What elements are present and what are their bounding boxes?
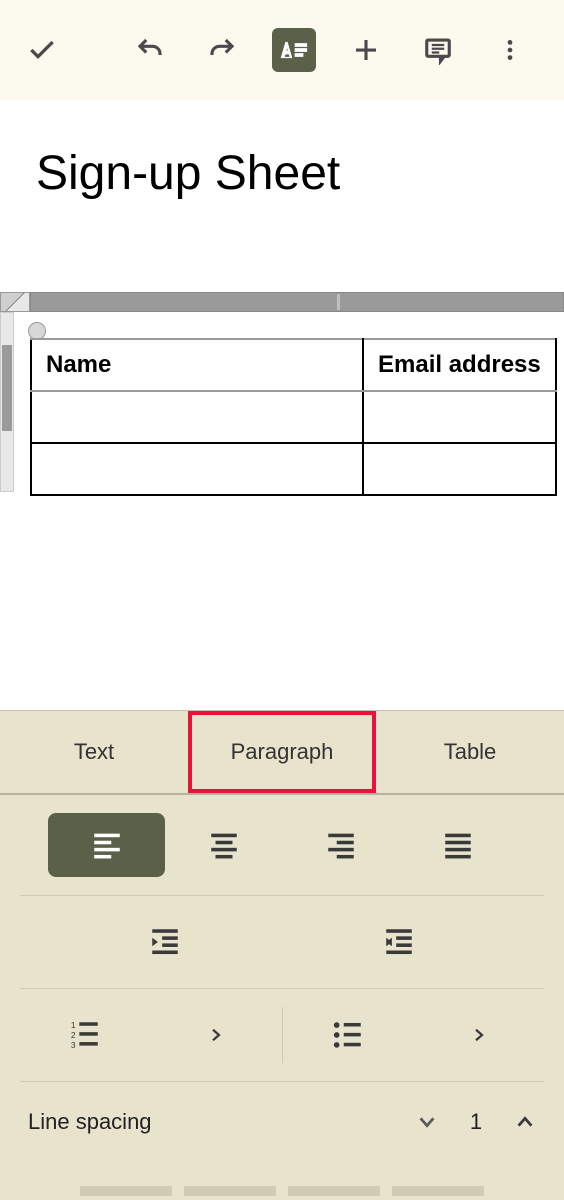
more-button[interactable] [488, 28, 532, 72]
decrease-indent-button[interactable] [48, 914, 282, 970]
ruler-corner-icon [0, 292, 30, 312]
align-center-button[interactable] [165, 813, 282, 877]
tab-text[interactable]: Text [0, 711, 188, 793]
signup-table[interactable]: Name Email address [30, 338, 557, 496]
redo-button[interactable] [200, 28, 244, 72]
format-panel: Text Paragraph Table 123 [0, 710, 564, 1200]
bottom-segment-bar [0, 1182, 564, 1200]
done-button[interactable] [20, 28, 64, 72]
tab-table[interactable]: Table [376, 711, 564, 793]
align-justify-button[interactable] [399, 813, 516, 877]
horizontal-ruler[interactable] [0, 292, 564, 310]
comment-button[interactable] [416, 28, 460, 72]
align-right-button[interactable] [282, 813, 399, 877]
insert-button[interactable] [344, 28, 388, 72]
table-row[interactable] [31, 391, 556, 443]
svg-text:2: 2 [71, 1030, 76, 1040]
vertical-ruler[interactable] [0, 312, 14, 492]
numbered-list-button[interactable]: 123 [20, 1007, 151, 1063]
table-header-name[interactable]: Name [31, 339, 363, 391]
line-spacing-decrease-button[interactable] [416, 1111, 438, 1133]
svg-text:1: 1 [71, 1020, 76, 1030]
bulleted-list-options-button[interactable] [413, 1007, 544, 1063]
line-spacing-row: Line spacing 1 [0, 1082, 564, 1162]
increase-indent-button[interactable] [282, 914, 516, 970]
ruler-track[interactable] [30, 292, 564, 312]
tab-paragraph[interactable]: Paragraph [188, 711, 376, 793]
document-canvas[interactable]: Sign-up Sheet Name Email address [0, 100, 564, 710]
table-row[interactable] [31, 443, 556, 495]
numbered-list-options-button[interactable] [151, 1007, 282, 1063]
top-toolbar [0, 0, 564, 100]
document-title[interactable]: Sign-up Sheet [0, 150, 564, 198]
line-spacing-increase-button[interactable] [514, 1111, 536, 1133]
svg-text:3: 3 [71, 1040, 76, 1050]
table-header-email[interactable]: Email address [363, 339, 556, 391]
table-header-row: Name Email address [31, 339, 556, 391]
line-spacing-label: Line spacing [28, 1109, 416, 1135]
text-format-button[interactable] [272, 28, 316, 72]
line-spacing-value: 1 [466, 1109, 486, 1135]
align-left-button[interactable] [48, 813, 165, 877]
undo-button[interactable] [128, 28, 172, 72]
indent-row [20, 896, 544, 989]
panel-tabs: Text Paragraph Table [0, 711, 564, 795]
alignment-row [20, 795, 544, 896]
list-row: 123 [20, 989, 544, 1082]
bulleted-list-button[interactable] [283, 1007, 414, 1063]
